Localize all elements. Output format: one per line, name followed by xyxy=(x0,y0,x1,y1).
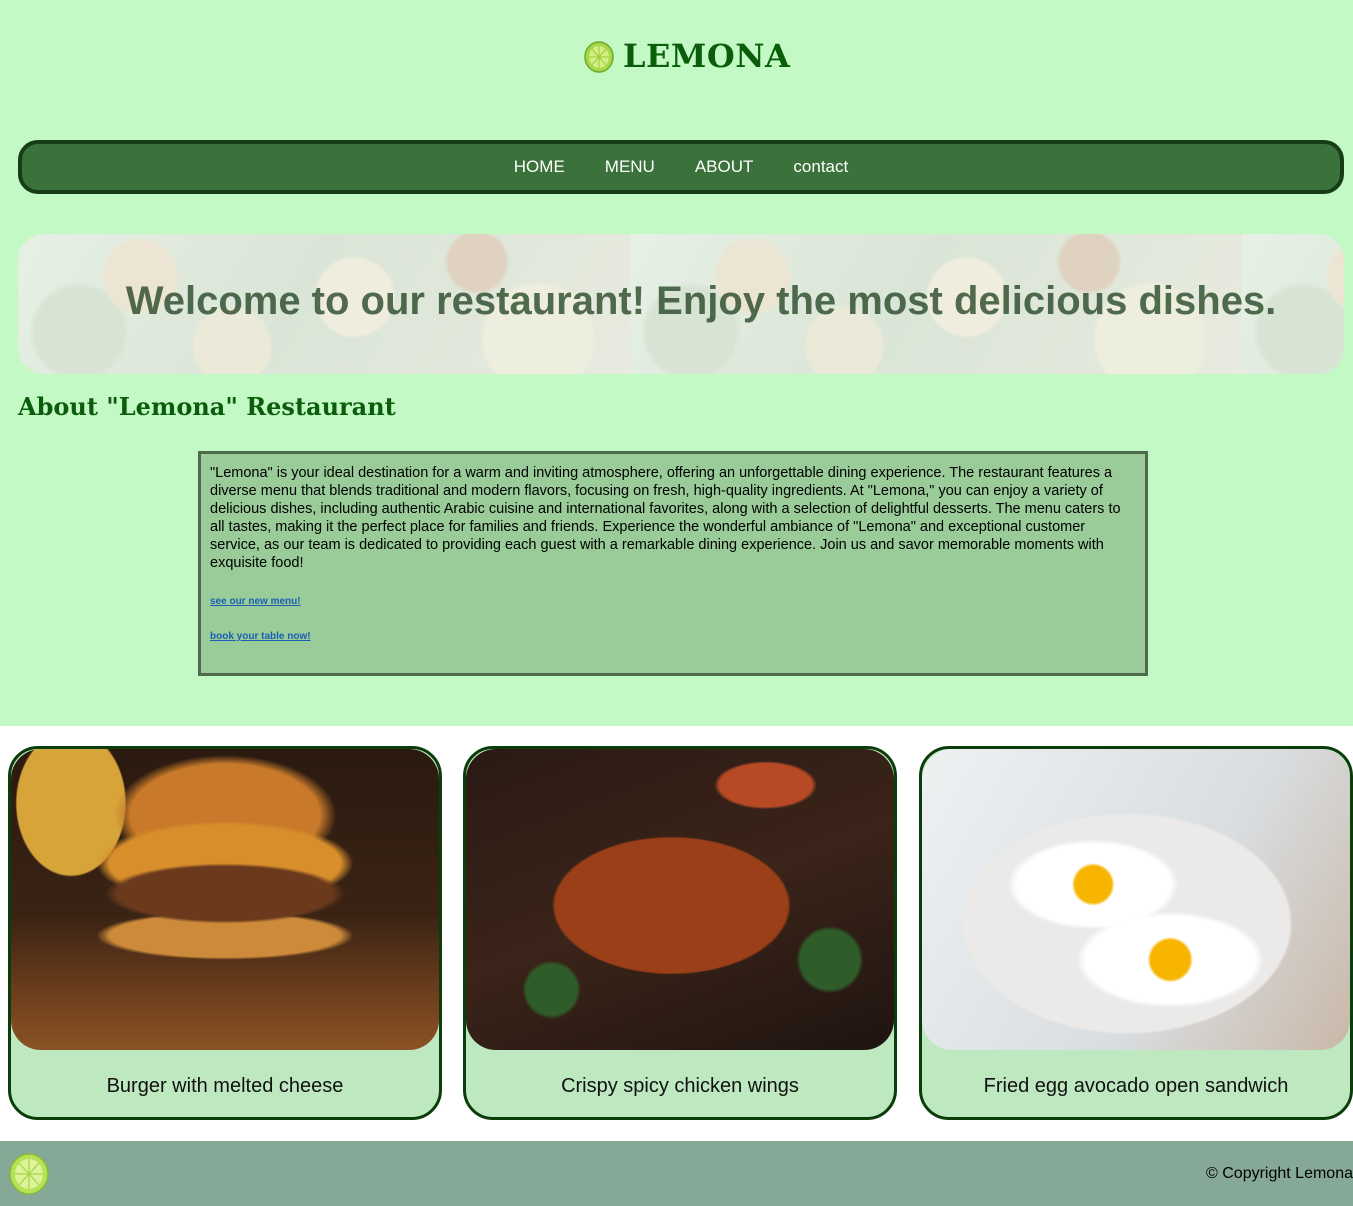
brand-name: LEMONA xyxy=(623,37,791,75)
about-title: About "Lemona" Restaurant xyxy=(18,392,396,421)
featured-dishes: Burger with melted cheese Crispy spicy c… xyxy=(0,726,1353,1141)
burger-image xyxy=(11,749,439,1050)
dish-card-label: Crispy spicy chicken wings xyxy=(561,1075,799,1097)
egg-sandwich-image xyxy=(922,749,1350,1050)
logo[interactable]: LEMONA xyxy=(583,37,790,75)
about-text: "Lemona" is your ideal destination for a… xyxy=(210,465,1121,571)
main-nav: HOME MENU ABOUT contact xyxy=(18,140,1344,194)
see-menu-link[interactable]: see our new menu! xyxy=(210,596,1136,607)
banner-heading: Welcome to our restaurant! Enjoy the mos… xyxy=(125,279,1277,323)
dish-card[interactable]: Burger with melted cheese xyxy=(8,746,442,1120)
nav-menu[interactable]: MENU xyxy=(605,157,655,177)
dish-card-label: Burger with melted cheese xyxy=(106,1075,344,1097)
site-footer: © Copyright Lemona xyxy=(0,1141,1353,1206)
lemon-icon xyxy=(9,1153,49,1195)
nav-about[interactable]: ABOUT xyxy=(695,157,754,177)
chicken-wings-image xyxy=(466,749,894,1050)
dish-card[interactable]: Fried egg avocado open sandwich xyxy=(919,746,1353,1120)
lemon-icon xyxy=(584,41,614,73)
copyright-text: © Copyright Lemona xyxy=(1206,1165,1353,1182)
hero-banner: Welcome to our restaurant! Enjoy the mos… xyxy=(18,234,1344,374)
book-table-link[interactable]: book your table now! xyxy=(210,631,1136,642)
nav-home[interactable]: HOME xyxy=(514,157,565,177)
dish-card-label: Fried egg avocado open sandwich xyxy=(983,1075,1289,1097)
nav-contact[interactable]: contact xyxy=(793,157,848,177)
about-box: "Lemona" is your ideal destination for a… xyxy=(198,451,1148,676)
dish-card[interactable]: Crispy spicy chicken wings xyxy=(463,746,897,1120)
site-header: LEMONA xyxy=(0,0,1353,120)
